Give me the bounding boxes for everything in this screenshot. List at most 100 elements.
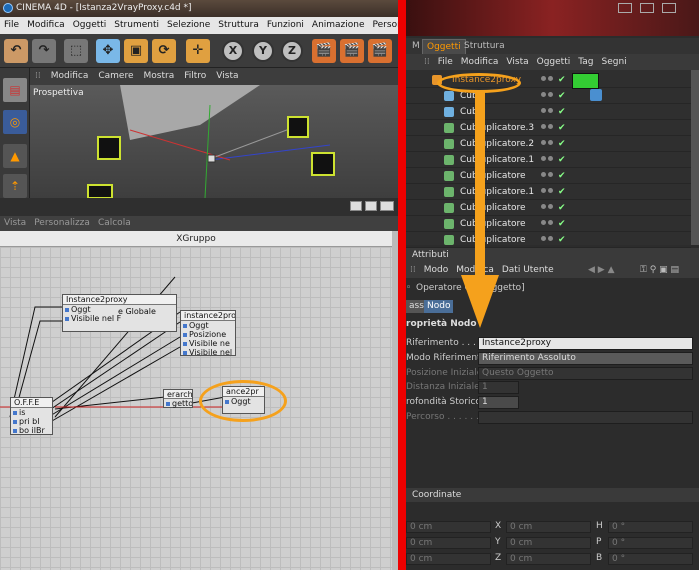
tab-struttura[interactable]: Struttura — [460, 39, 509, 54]
size-field[interactable]: 0 cm — [506, 553, 591, 565]
object-row[interactable]: Cub ✔ — [406, 88, 691, 104]
move-tool-icon[interactable]: ✥ — [96, 39, 120, 63]
attribute-field[interactable] — [478, 411, 693, 424]
x-axis-lock-button[interactable]: X — [222, 40, 244, 62]
lock-icon[interactable]: ⚿ ⚲ ▣ ▤ — [636, 262, 683, 278]
object-row[interactable]: Cub ✔ — [406, 104, 691, 120]
polygon-icon[interactable]: ▲ — [3, 144, 27, 168]
enabled-check-icon[interactable]: ✔ — [558, 184, 566, 200]
rotate-tool-icon[interactable]: ⟳ — [152, 39, 176, 63]
position-field[interactable]: 0 cm — [406, 537, 491, 549]
xpresso-menu-personalizza[interactable]: Personalizza — [30, 218, 94, 228]
attr-menu-dati-utente[interactable]: Dati Utente — [498, 265, 558, 275]
undo-icon[interactable]: ↶ — [4, 39, 28, 63]
object-row[interactable]: Cub uplicatore.1 ✔ — [406, 184, 691, 200]
points-icon[interactable]: ⇡ — [3, 174, 27, 198]
clapper-icon[interactable]: 🎬 — [312, 39, 336, 63]
position-field[interactable]: 0 cm — [406, 553, 491, 565]
object-row[interactable]: Cub uplicatore ✔ — [406, 216, 691, 232]
node-hierarchy[interactable]: erarch getto — [163, 389, 193, 408]
enabled-check-icon[interactable]: ✔ — [558, 152, 566, 168]
scale-tool-icon[interactable]: ▣ — [124, 39, 148, 63]
visibility-dots-icon[interactable] — [541, 204, 555, 212]
node-port[interactable]: Oggt — [181, 321, 235, 330]
om-menu-vista[interactable]: Vista — [502, 57, 532, 67]
enabled-check-icon[interactable]: ✔ — [558, 216, 566, 232]
menu-oggetti[interactable]: Oggetti — [69, 20, 111, 30]
live-selection-icon[interactable]: ⬚ — [64, 39, 88, 63]
node-port[interactable]: is — [11, 408, 52, 417]
restore-icon[interactable] — [640, 3, 654, 13]
object-row[interactable]: Cub uplicatore.1 ✔ — [406, 152, 691, 168]
attribute-field[interactable]: 1 — [478, 381, 519, 394]
menu-struttura[interactable]: Struttura — [214, 20, 263, 30]
menu-personaggio[interactable]: Personaggio — [369, 20, 398, 30]
vray-tag-icon[interactable] — [590, 89, 602, 101]
enabled-check-icon[interactable]: ✔ — [558, 88, 566, 104]
y-axis-lock-button[interactable]: Y — [252, 40, 274, 62]
visibility-dots-icon[interactable] — [541, 140, 555, 148]
object-row[interactable]: Cub uplicatore.3 ✔ — [406, 120, 691, 136]
xpresso-tag-icon[interactable] — [572, 73, 599, 89]
z-axis-lock-button[interactable]: Z — [281, 40, 303, 62]
attribute-field[interactable]: Instance2proxy — [478, 337, 693, 350]
viewport-menu-modifica[interactable]: Modifica — [46, 71, 94, 81]
rotation-field[interactable]: 0 ° — [608, 537, 693, 549]
menu-modifica[interactable]: Modifica — [23, 20, 69, 30]
minimize-icon[interactable] — [618, 3, 632, 13]
viewport-menu-filtro[interactable]: Filtro — [179, 71, 211, 81]
viewport-menu-camere[interactable]: Camere — [93, 71, 138, 81]
xpresso-menu-vista[interactable]: Vista — [0, 218, 30, 228]
attribute-field[interactable]: Riferimento Assoluto — [478, 352, 693, 365]
move-axis-icon[interactable]: ✛ — [186, 39, 210, 63]
node-port[interactable]: bo ilBr — [11, 426, 52, 435]
restore-icon[interactable] — [365, 201, 377, 211]
enabled-check-icon[interactable]: ✔ — [558, 232, 566, 248]
menu-funzioni[interactable]: Funzioni — [263, 20, 308, 30]
om-menu-tag[interactable]: Tag — [574, 57, 597, 67]
attr-menu-modo[interactable]: Modo — [420, 265, 453, 275]
object-row[interactable]: Cub uplicatore ✔ — [406, 232, 691, 248]
position-field[interactable]: 0 cm — [406, 521, 491, 533]
minimize-icon[interactable] — [350, 201, 362, 211]
close-icon[interactable] — [662, 3, 676, 13]
node-port[interactable]: getto — [164, 399, 192, 408]
visibility-dots-icon[interactable] — [541, 220, 555, 228]
3d-viewport[interactable]: Prospettiva — [30, 85, 398, 198]
viewport-menu-vista[interactable]: Vista — [211, 71, 243, 81]
node-instance2prox-b[interactable]: instance2prox Oggt Posizione Visibile ne… — [180, 310, 236, 357]
node-port[interactable]: Visibile ne — [181, 339, 235, 348]
node-offe[interactable]: O.F.F.E is pri bl bo ilBr — [10, 397, 53, 435]
globe-icon[interactable]: ◎ — [3, 110, 27, 134]
menu-file[interactable]: File — [0, 20, 23, 30]
om-menu-file[interactable]: File — [434, 57, 457, 67]
om-menu-segni[interactable]: Segni — [597, 57, 630, 67]
rotation-field[interactable]: 0 ° — [608, 553, 693, 565]
redo-icon[interactable]: ↷ — [32, 39, 56, 63]
nav-arrows-icon[interactable]: ◀ ▶ ▲ — [584, 262, 619, 278]
visibility-dots-icon[interactable] — [541, 156, 555, 164]
size-field[interactable]: 0 cm — [506, 537, 591, 549]
xpresso-menu-calcola[interactable]: Calcola — [94, 218, 135, 228]
enabled-check-icon[interactable]: ✔ — [558, 168, 566, 184]
close-icon[interactable] — [380, 201, 394, 211]
node-port[interactable]: Posizione — [181, 330, 235, 339]
menu-animazione[interactable]: Animazione — [308, 20, 369, 30]
xpresso-canvas[interactable]: Instance2proxy Oggt Visibile nel F e Glo… — [0, 247, 392, 570]
enabled-check-icon[interactable]: ✔ — [558, 120, 566, 136]
om-menu-oggetti[interactable]: Oggetti — [533, 57, 575, 67]
enabled-check-icon[interactable]: ✔ — [558, 136, 566, 152]
node-port[interactable]: Visibile nel F — [181, 348, 235, 357]
om-menu-modifica[interactable]: Modifica — [457, 57, 503, 67]
object-row[interactable]: Cub uplicatore ✔ — [406, 200, 691, 216]
tab-nodo[interactable]: Nodo — [424, 300, 454, 313]
render-settings-icon[interactable]: 🎬 — [368, 39, 392, 63]
visibility-dots-icon[interactable] — [541, 124, 555, 132]
menu-selezione[interactable]: Selezione — [163, 20, 214, 30]
render-view-icon[interactable]: 🎬 — [340, 39, 364, 63]
visibility-dots-icon[interactable] — [541, 108, 555, 116]
node-port[interactable]: pri bl — [11, 417, 52, 426]
visibility-dots-icon[interactable] — [541, 236, 555, 244]
viewport-menu-mostra[interactable]: Mostra — [139, 71, 180, 81]
object-row[interactable]: Cub uplicatore ✔ — [406, 168, 691, 184]
